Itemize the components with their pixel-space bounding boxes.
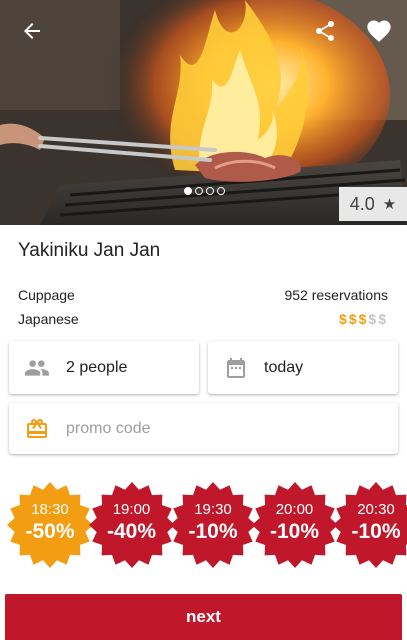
restaurant-name: Yakiniku Jan Jan [18, 240, 161, 261]
people-value: 2 people [66, 358, 128, 376]
rating-value: 4.0 [349, 193, 375, 214]
people-icon [22, 353, 52, 383]
price-symbol-inactive: $ [368, 311, 379, 327]
promo-code-placeholder: promo code [66, 419, 151, 437]
arrow-back-icon [24, 23, 40, 39]
price-level: $$$$$ [339, 311, 388, 327]
date-selector[interactable]: today [208, 341, 398, 394]
heart-icon [367, 20, 391, 42]
restaurant-photo[interactable]: 4.0 ★ [0, 0, 407, 225]
timeslot-time: 18:30 [31, 501, 69, 518]
timeslot-discount: -40% [106, 520, 157, 543]
star-icon: ★ [382, 196, 397, 213]
price-symbol-inactive: $ [378, 311, 388, 327]
restaurant-area: Cuppage [18, 287, 75, 303]
timeslot-badge[interactable]: 19:00 -40% [88, 480, 175, 572]
timeslot-time: 20:00 [275, 501, 314, 518]
gift-icon [22, 414, 52, 444]
price-symbol-active: $ [358, 311, 369, 327]
reservation-count: 952 reservations [284, 287, 388, 303]
timeslot-badge[interactable]: 18:30 -50% [7, 480, 93, 572]
timeslot-badge[interactable]: 20:00 -10% [251, 480, 338, 572]
timeslot-time: 20:30 [357, 501, 395, 518]
photo-pager[interactable] [184, 187, 225, 195]
timeslot-badge[interactable]: 20:30 -10% [333, 480, 407, 572]
pager-dot[interactable] [195, 187, 203, 195]
promo-code-field[interactable]: promo code [9, 403, 398, 454]
restaurant-cuisine: Japanese [18, 311, 79, 327]
share-icon [316, 21, 334, 41]
favorite-button[interactable] [362, 14, 396, 48]
people-selector[interactable]: 2 people [9, 341, 199, 394]
price-symbol-active: $ [339, 311, 349, 327]
calendar-icon [221, 353, 251, 383]
timeslot-discount: -10% [269, 520, 320, 543]
timeslot-discount: -10% [188, 520, 238, 543]
pager-dot[interactable] [217, 187, 225, 195]
pager-dot[interactable] [206, 187, 214, 195]
timeslot-discount: -50% [25, 520, 75, 543]
rating-badge: 4.0 ★ [339, 187, 407, 221]
timeslot-discount: -10% [351, 520, 401, 543]
back-button[interactable] [15, 14, 49, 48]
date-value: today [264, 358, 304, 376]
price-symbol-active: $ [348, 311, 359, 327]
timeslot-time: 19:00 [112, 501, 151, 518]
pager-dot-active[interactable] [184, 187, 192, 195]
timeslot-badge[interactable]: 19:30 -10% [170, 480, 256, 572]
timeslot-list[interactable]: 18:30 -50% 19:00 -40% 19:30 -10% 20:00 -10% 20:3… [0, 480, 407, 580]
share-button[interactable] [308, 14, 342, 48]
next-button[interactable]: next [5, 594, 402, 640]
timeslot-time: 19:30 [194, 501, 232, 518]
